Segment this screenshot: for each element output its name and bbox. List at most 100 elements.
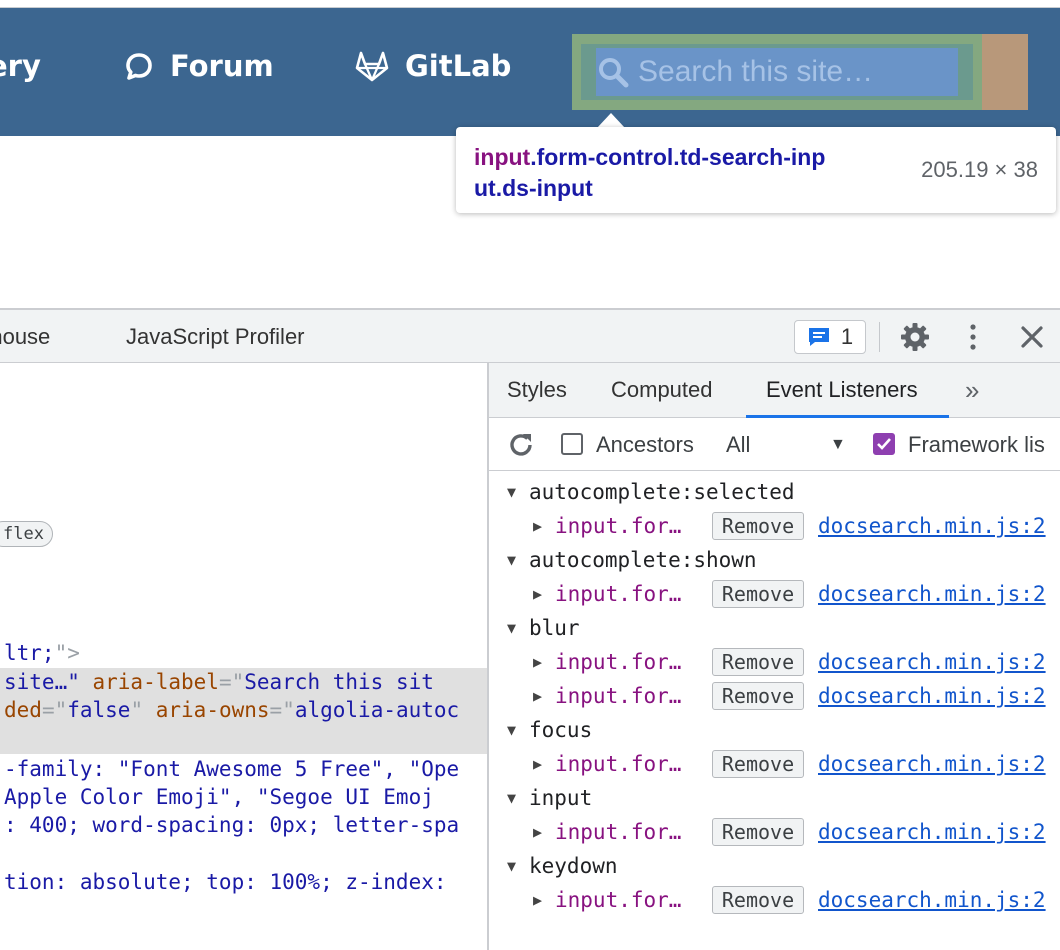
event-group-autocomplete-selected[interactable]: ▼ autocomplete:selected <box>489 475 1060 509</box>
remove-button[interactable]: Remove <box>712 580 804 608</box>
tab-styles[interactable]: Styles <box>507 363 567 417</box>
dom-text: algolia-autoc <box>294 698 460 722</box>
expand-triangle-icon: ▼ <box>507 619 517 637</box>
listener-node: input.for… <box>555 888 682 912</box>
chevron-down-icon[interactable]: ▼ <box>830 419 846 471</box>
dom-line-1[interactable]: ltr;"> <box>4 639 80 667</box>
remove-button[interactable]: Remove <box>712 648 804 676</box>
listener-row[interactable]: ▶ input.for… Remove docsearch.min.js:2 <box>489 645 1060 679</box>
listener-source-link[interactable]: docsearch.min.js:2 <box>818 684 1046 708</box>
listener-row[interactable]: ▶ input.for… Remove docsearch.min.js:2 <box>489 679 1060 713</box>
highlight-margin-overlay-right <box>982 34 1028 110</box>
refresh-icon[interactable] <box>507 431 535 459</box>
dom-attr: ded <box>4 698 42 722</box>
search-placeholder: Search this site… <box>638 55 874 88</box>
search-input[interactable]: Search this site… <box>596 48 958 96</box>
event-name: blur <box>529 616 580 640</box>
nav-link-gitlab[interactable]: GitLab <box>355 46 511 86</box>
listener-source-link[interactable]: docsearch.min.js:2 <box>818 582 1046 606</box>
tooltip-classes-2: ut.ds-input <box>474 175 593 201</box>
active-tab-indicator <box>746 415 949 418</box>
framework-listeners-label: Framework lis <box>908 432 1045 457</box>
event-group-keydown[interactable]: ▼ keydown <box>489 849 1060 883</box>
settings-button[interactable] <box>900 322 930 352</box>
listener-row[interactable]: ▶ input.for… Remove docsearch.min.js:2 <box>489 509 1060 543</box>
expand-triangle-icon: ▶ <box>533 891 543 909</box>
kebab-menu-icon <box>970 324 976 350</box>
nav-link-forum[interactable]: Forum <box>124 46 274 86</box>
event-group-input[interactable]: ▼ input <box>489 781 1060 815</box>
dom-line-3[interactable]: ded="false" aria-owns="algolia-autoc <box>4 696 459 724</box>
listener-row[interactable]: ▶ input.for… Remove docsearch.min.js:2 <box>489 815 1060 849</box>
framework-listeners-checkbox[interactable] <box>873 433 895 455</box>
issues-button[interactable]: 1 <box>794 320 866 354</box>
dom-text: site…" <box>4 670 80 694</box>
event-type-select[interactable]: All <box>726 419 750 471</box>
expand-triangle-icon: ▶ <box>533 687 543 705</box>
tab-javascript-profiler[interactable]: JavaScript Profiler <box>126 310 305 363</box>
ancestors-label: Ancestors <box>596 432 694 457</box>
toolbar-divider <box>879 322 880 352</box>
remove-button[interactable]: Remove <box>712 750 804 778</box>
expand-triangle-icon: ▼ <box>507 857 517 875</box>
remove-button[interactable]: Remove <box>712 512 804 540</box>
style-line-2[interactable]: Apple Color Emoji", "Segoe UI Emoj <box>4 783 434 811</box>
more-tabs-button[interactable]: » <box>965 363 979 417</box>
expand-triangle-icon: ▼ <box>507 551 517 569</box>
check-icon <box>877 438 891 450</box>
event-name: autocomplete:shown <box>529 548 757 572</box>
event-name: focus <box>529 718 593 742</box>
event-filter-bar: Ancestors All ▼ Framework lis <box>489 419 1060 471</box>
close-icon <box>1021 326 1043 348</box>
remove-button[interactable]: Remove <box>712 886 804 914</box>
listener-row[interactable]: ▶ input.for… Remove docsearch.min.js:2 <box>489 883 1060 917</box>
style-line-1[interactable]: -family: "Font Awesome 5 Free", "Ope <box>4 755 459 783</box>
dom-text: =" <box>218 670 245 694</box>
listener-source-link[interactable]: docsearch.min.js:2 <box>818 650 1046 674</box>
listener-node: input.for… <box>555 650 682 674</box>
issues-count: 1 <box>840 324 854 349</box>
search-icon <box>599 58 629 88</box>
devtools-toolbar: nthouse JavaScript Profiler 1 <box>0 308 1060 363</box>
tab-lighthouse[interactable]: nthouse <box>0 310 50 363</box>
event-name: autocomplete:selected <box>529 480 795 504</box>
dom-line-2[interactable]: site…" aria-label="Search this sit <box>4 668 434 696</box>
issues-icon <box>808 328 829 346</box>
nav-link-gallery-label: ery <box>0 49 41 83</box>
more-options-button[interactable] <box>958 322 988 352</box>
dom-text: ltr; <box>4 641 55 665</box>
tab-event-listeners[interactable]: Event Listeners <box>746 363 938 417</box>
event-group-autocomplete-shown[interactable]: ▼ autocomplete:shown <box>489 543 1060 577</box>
expand-triangle-icon: ▼ <box>507 721 517 739</box>
nav-link-gallery[interactable]: ery <box>0 46 41 86</box>
close-devtools-button[interactable] <box>1017 322 1047 352</box>
browser-edge <box>0 0 1060 8</box>
listener-source-link[interactable]: docsearch.min.js:2 <box>818 888 1046 912</box>
gitlab-icon <box>355 50 405 82</box>
event-group-blur[interactable]: ▼ blur <box>489 611 1060 645</box>
listener-source-link[interactable]: docsearch.min.js:2 <box>818 820 1046 844</box>
tooltip-tag: input <box>474 144 531 170</box>
flex-badge[interactable]: flex <box>0 521 53 547</box>
expand-triangle-icon: ▶ <box>533 823 543 841</box>
expand-triangle-icon: ▼ <box>507 789 517 807</box>
tooltip-classes-1: .form-control.td-search-inp <box>530 144 826 170</box>
expand-triangle-icon: ▼ <box>507 483 517 501</box>
listener-row[interactable]: ▶ input.for… Remove docsearch.min.js:2 <box>489 747 1060 781</box>
listener-node: input.for… <box>555 820 682 844</box>
tooltip-arrow <box>597 113 625 128</box>
style-line-4[interactable]: tion: absolute; top: 100%; z-index: <box>4 868 447 896</box>
remove-button[interactable]: Remove <box>712 682 804 710</box>
event-group-focus[interactable]: ▼ focus <box>489 713 1060 747</box>
ancestors-checkbox[interactable] <box>561 433 583 455</box>
listener-source-link[interactable]: docsearch.min.js:2 <box>818 514 1046 538</box>
listener-row[interactable]: ▶ input.for… Remove docsearch.min.js:2 <box>489 577 1060 611</box>
elements-panel: flex ltr;"> site…" aria-label="Search th… <box>0 363 487 950</box>
style-line-3[interactable]: : 400; word-spacing: 0px; letter-spa <box>4 811 459 839</box>
listener-source-link[interactable]: docsearch.min.js:2 <box>818 752 1046 776</box>
tab-computed[interactable]: Computed <box>611 363 713 417</box>
event-name: keydown <box>529 854 618 878</box>
remove-button[interactable]: Remove <box>712 818 804 846</box>
expand-triangle-icon: ▶ <box>533 755 543 773</box>
gear-icon <box>901 323 929 351</box>
